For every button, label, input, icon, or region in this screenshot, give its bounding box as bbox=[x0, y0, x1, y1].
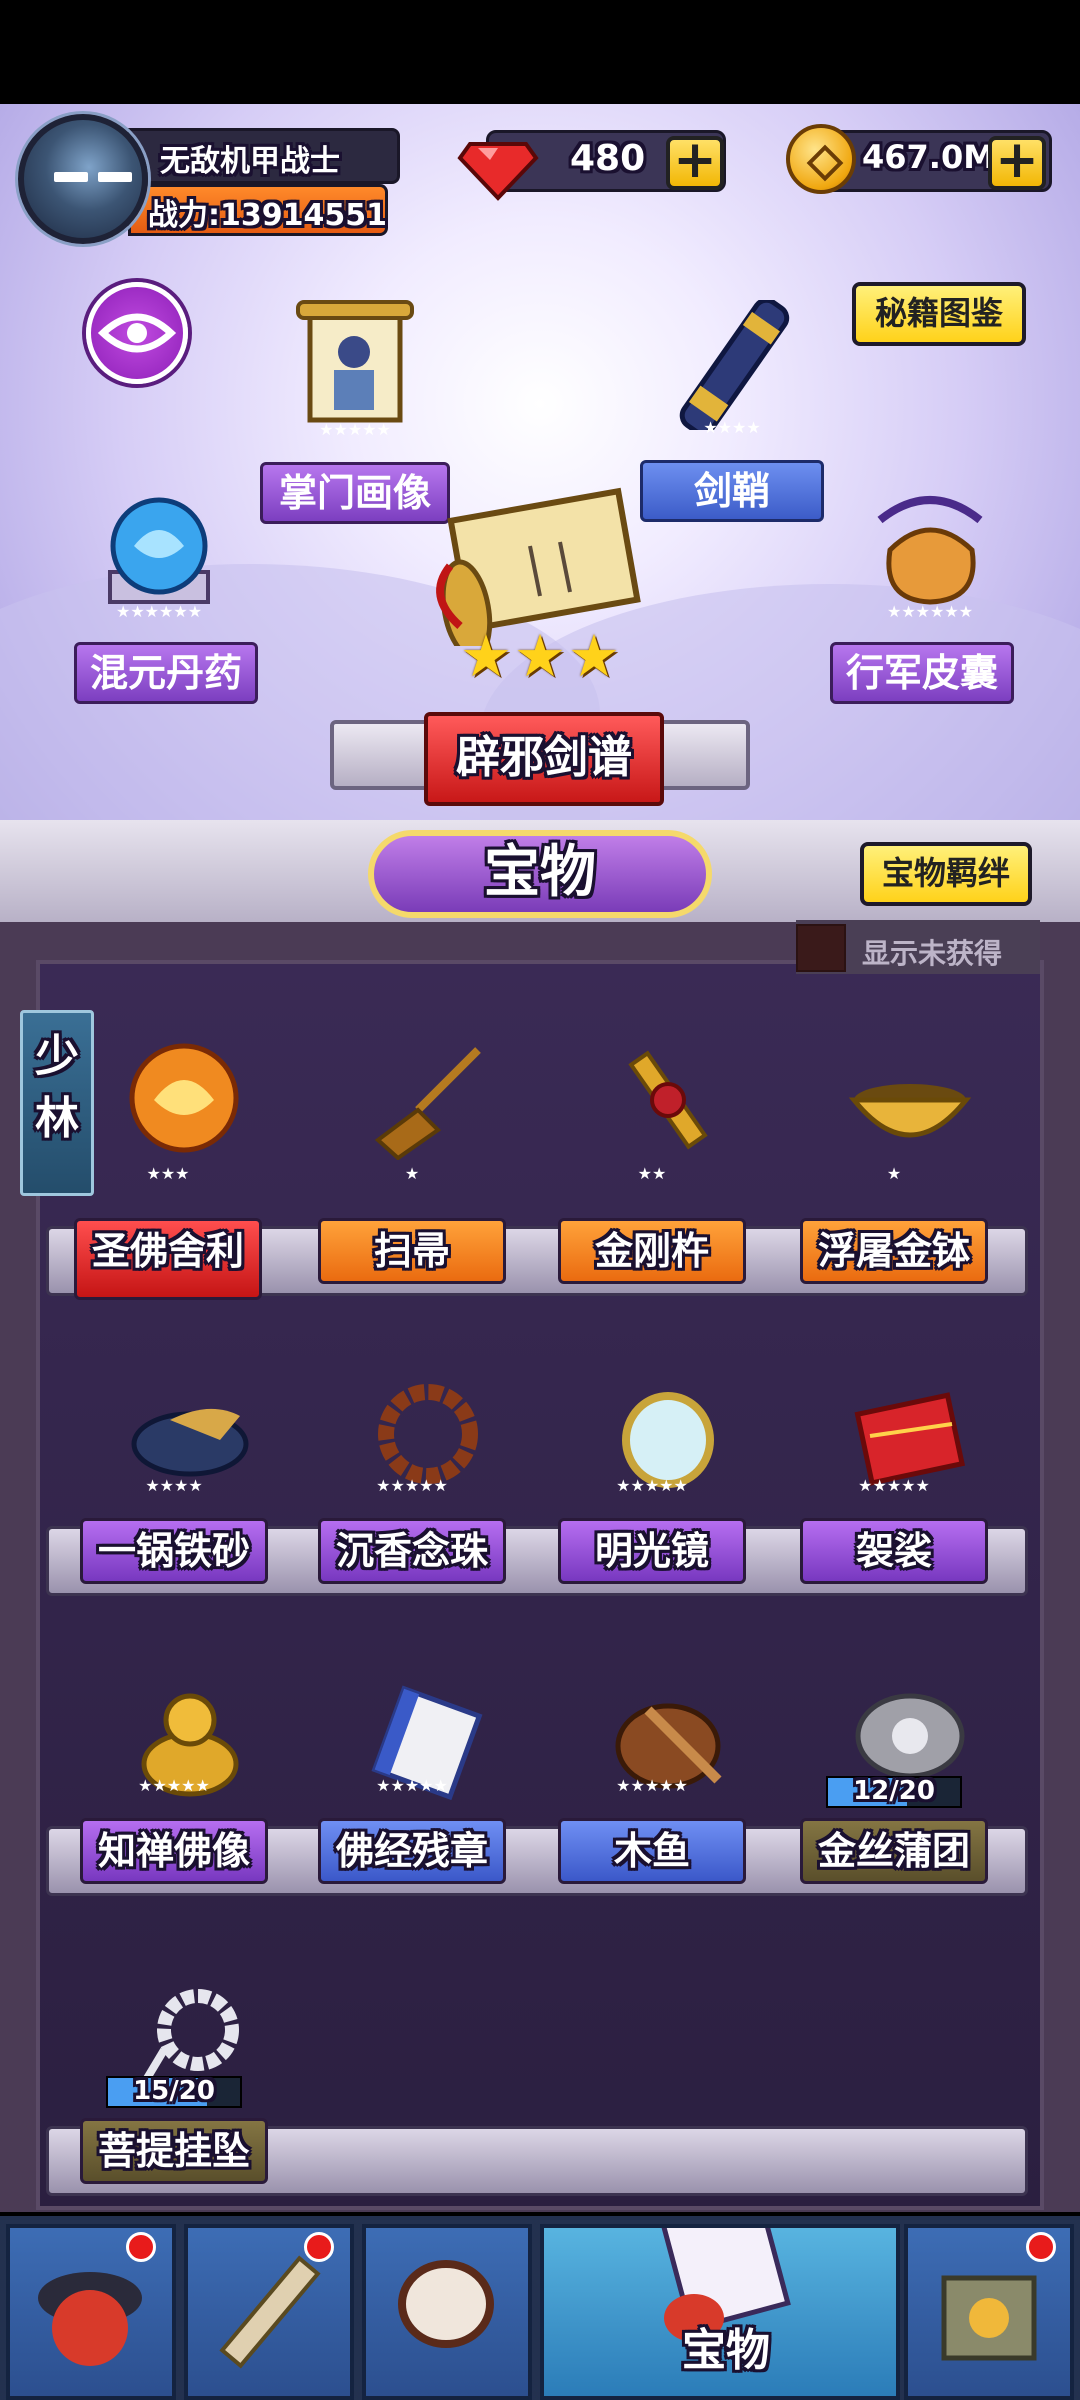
notification-dot bbox=[304, 2232, 334, 2262]
treasure-item[interactable]: 15/20 菩提挂坠 bbox=[80, 1980, 300, 2200]
featured-item-label: 混元丹药 bbox=[74, 642, 258, 704]
star-rating: ★★★ bbox=[146, 1164, 190, 1183]
treasure-item[interactable]: ★★ 金刚杵 bbox=[558, 1040, 778, 1310]
status-bar bbox=[0, 0, 1080, 104]
show-unowned-label: 显示未获得 bbox=[862, 937, 1003, 970]
elixir-orb-icon bbox=[108, 497, 210, 604]
featured-item-label: 辟邪剑谱 bbox=[424, 712, 664, 806]
nav-drum[interactable] bbox=[362, 2224, 532, 2400]
featured-item-2[interactable]: ★★★★★★ 混元丹药 bbox=[54, 490, 264, 720]
vajra-icon bbox=[628, 1050, 708, 1150]
star-rating: ★★★★★ bbox=[138, 1776, 210, 1795]
bond-button[interactable]: 宝物羁绊 bbox=[860, 842, 1032, 906]
notification-dot bbox=[126, 2232, 156, 2262]
star-rating: ★ bbox=[404, 1164, 420, 1183]
view-toggle-button[interactable] bbox=[86, 282, 188, 384]
featured-item-3[interactable]: ★★★ bbox=[410, 470, 670, 710]
notification-dot bbox=[1026, 2232, 1056, 2262]
star-rating: ★ bbox=[886, 1164, 902, 1183]
item-label: 浮屠金钵 bbox=[800, 1218, 988, 1284]
item-label: 沉香念珠 bbox=[318, 1518, 506, 1584]
scabbard-icon bbox=[679, 300, 790, 430]
combat-power: 战力:13914551 bbox=[148, 198, 387, 233]
item-label: 圣佛舍利 bbox=[74, 1218, 262, 1300]
treasure-item[interactable]: ★★★★★ 木鱼 bbox=[558, 1680, 778, 1900]
star-rating: ★★★★★ bbox=[376, 1776, 448, 1795]
fragment-progress: 12/20 bbox=[826, 1776, 962, 1808]
eye-icon bbox=[97, 313, 177, 353]
treasure-item[interactable]: ★★★★ 一锅铁砂 bbox=[80, 1380, 300, 1600]
star-rating: ★★ bbox=[637, 1164, 667, 1183]
featured-item-label: 行军皮囊 bbox=[830, 642, 1014, 704]
treasure-item[interactable]: ★★★★★ 袈裟 bbox=[800, 1380, 1020, 1600]
coin-count: 467.0M bbox=[862, 138, 996, 176]
item-label: 金刚杵 bbox=[558, 1218, 746, 1284]
item-label: 金丝蒲团 bbox=[800, 1818, 988, 1884]
gem-count: 480 bbox=[570, 138, 646, 179]
broom-icon bbox=[374, 1047, 481, 1160]
featured-item-4[interactable]: ★★★★★★ 行军皮囊 bbox=[820, 490, 1040, 720]
item-label: 知禅佛像 bbox=[80, 1818, 268, 1884]
coin-icon bbox=[786, 124, 856, 194]
portrait-scroll-icon bbox=[296, 300, 414, 423]
show-unowned-checkbox[interactable] bbox=[796, 924, 846, 972]
treasure-item[interactable]: ★★★★★ 知禅佛像 bbox=[80, 1680, 300, 1900]
item-label: 袈裟 bbox=[800, 1518, 988, 1584]
star-rating: ★★★★★★ bbox=[886, 602, 974, 621]
star-rating: ★★★★★★ bbox=[115, 602, 203, 621]
gem-icon bbox=[457, 142, 539, 201]
codex-button[interactable]: 秘籍图鉴 bbox=[852, 282, 1026, 346]
item-label: 明光镜 bbox=[558, 1518, 746, 1584]
treasure-item[interactable]: 12/20 金丝蒲团 bbox=[800, 1680, 1020, 1900]
golden-bowl-icon bbox=[848, 1084, 972, 1138]
star-rating: ★★★★★ bbox=[319, 420, 391, 439]
star-rating: ★★★★★ bbox=[616, 1776, 688, 1795]
add-coins-button[interactable]: + bbox=[988, 134, 1046, 190]
treasure-item[interactable]: ★★★★★ 明光镜 bbox=[558, 1380, 778, 1600]
item-label: 扫帚 bbox=[318, 1218, 506, 1284]
star-rating: ★★★★ bbox=[145, 1476, 203, 1495]
fragment-progress: 15/20 bbox=[106, 2076, 242, 2108]
treasure-item[interactable]: ★★★★★ 佛经残章 bbox=[318, 1680, 538, 1900]
star-rating: ★★★★★ bbox=[858, 1476, 930, 1495]
star-rating: ★★★★★ bbox=[616, 1476, 688, 1495]
page-title: 宝物 bbox=[368, 830, 712, 918]
drum-icon bbox=[398, 2260, 494, 2348]
item-label: 一锅铁砂 bbox=[80, 1518, 268, 1584]
star-rating: ★★★ bbox=[460, 622, 620, 690]
item-label: 菩提挂坠 bbox=[80, 2118, 268, 2184]
nav-treasure-label: 宝物 bbox=[682, 2325, 770, 2376]
star-rating: ★★★★ bbox=[703, 418, 761, 437]
treasure-item[interactable]: ★★★ 圣佛舍利 bbox=[74, 1040, 294, 1310]
treasure-item[interactable]: ★ 浮屠金钵 bbox=[800, 1040, 1020, 1310]
treasure-item[interactable]: ★ 扫帚 bbox=[318, 1040, 538, 1310]
item-label: 木鱼 bbox=[558, 1818, 746, 1884]
sacred-relic-icon bbox=[129, 1043, 239, 1153]
add-gems-button[interactable]: + bbox=[666, 134, 724, 190]
item-label: 佛经残章 bbox=[318, 1818, 506, 1884]
star-rating: ★★★★★ bbox=[376, 1476, 448, 1495]
treasure-item[interactable]: ★★★★★ 沉香念珠 bbox=[318, 1380, 538, 1600]
leather-pouch-icon bbox=[877, 496, 983, 605]
player-name: 无敌机甲战士 bbox=[160, 144, 340, 179]
player-avatar[interactable] bbox=[18, 114, 148, 244]
